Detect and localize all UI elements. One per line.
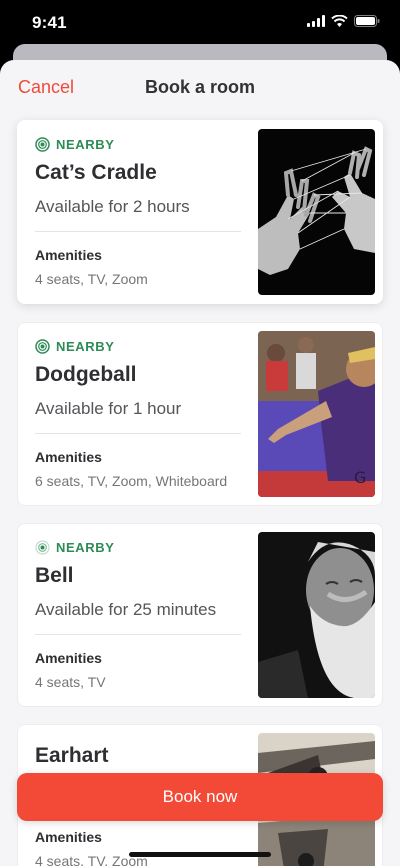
room-card-bell[interactable]: NEARBY Bell Available for 25 minutes Ame… xyxy=(17,523,383,707)
nearby-badge: NEARBY xyxy=(35,339,115,354)
room-card-dodgeball[interactable]: NEARBY Dodgeball Available for 1 hour Am… xyxy=(17,322,383,506)
status-bar: 9:41 xyxy=(0,0,400,46)
amenities-label: Amenities xyxy=(35,829,102,845)
battery-icon xyxy=(354,15,380,27)
nearby-radar-icon xyxy=(35,339,50,354)
nearby-badge: NEARBY xyxy=(35,137,115,152)
status-time: 9:41 xyxy=(32,13,67,32)
nearby-label: NEARBY xyxy=(56,137,115,152)
room-card-cats-cradle[interactable]: NEARBY Cat’s Cradle Available for 2 hour… xyxy=(17,120,383,304)
booking-sheet: Cancel Book a room NEARBY Cat’s Cradle A… xyxy=(0,60,400,866)
status-icons xyxy=(307,15,380,27)
page-title: Book a room xyxy=(144,77,255,97)
amenities-value: 4 seats, TV, Zoom xyxy=(35,271,148,287)
room-name: Bell xyxy=(35,564,74,587)
svg-text:G: G xyxy=(354,468,366,487)
divider xyxy=(35,231,241,232)
book-now-button[interactable]: Book now xyxy=(17,773,383,821)
room-availability: Available for 25 minutes xyxy=(35,600,217,619)
signal-icon xyxy=(307,15,325,27)
divider xyxy=(35,433,241,434)
divider xyxy=(35,634,241,635)
amenities-value: 4 seats, TV xyxy=(35,674,106,690)
home-indicator xyxy=(129,852,271,857)
amenities-value: 6 seats, TV, Zoom, Whiteboard xyxy=(35,473,228,489)
room-photo: G xyxy=(258,331,375,497)
nearby-label: NEARBY xyxy=(56,540,115,555)
room-name: Earhart xyxy=(35,744,109,767)
nearby-radar-icon xyxy=(35,540,50,555)
amenities-label: Amenities xyxy=(35,449,102,465)
amenities-label: Amenities xyxy=(35,650,102,666)
nearby-badge: NEARBY xyxy=(35,540,115,555)
nearby-radar-icon xyxy=(35,137,50,152)
room-name: Dodgeball xyxy=(35,363,137,386)
room-availability: Available for 2 hours xyxy=(35,197,190,216)
amenities-label: Amenities xyxy=(35,247,102,263)
nav-bar: Cancel Book a room xyxy=(0,60,400,114)
room-photo xyxy=(258,532,375,698)
wifi-icon xyxy=(331,15,348,27)
room-photo xyxy=(258,129,375,295)
nearby-label: NEARBY xyxy=(56,339,115,354)
room-availability: Available for 1 hour xyxy=(35,399,182,418)
room-name: Cat’s Cradle xyxy=(35,161,157,184)
